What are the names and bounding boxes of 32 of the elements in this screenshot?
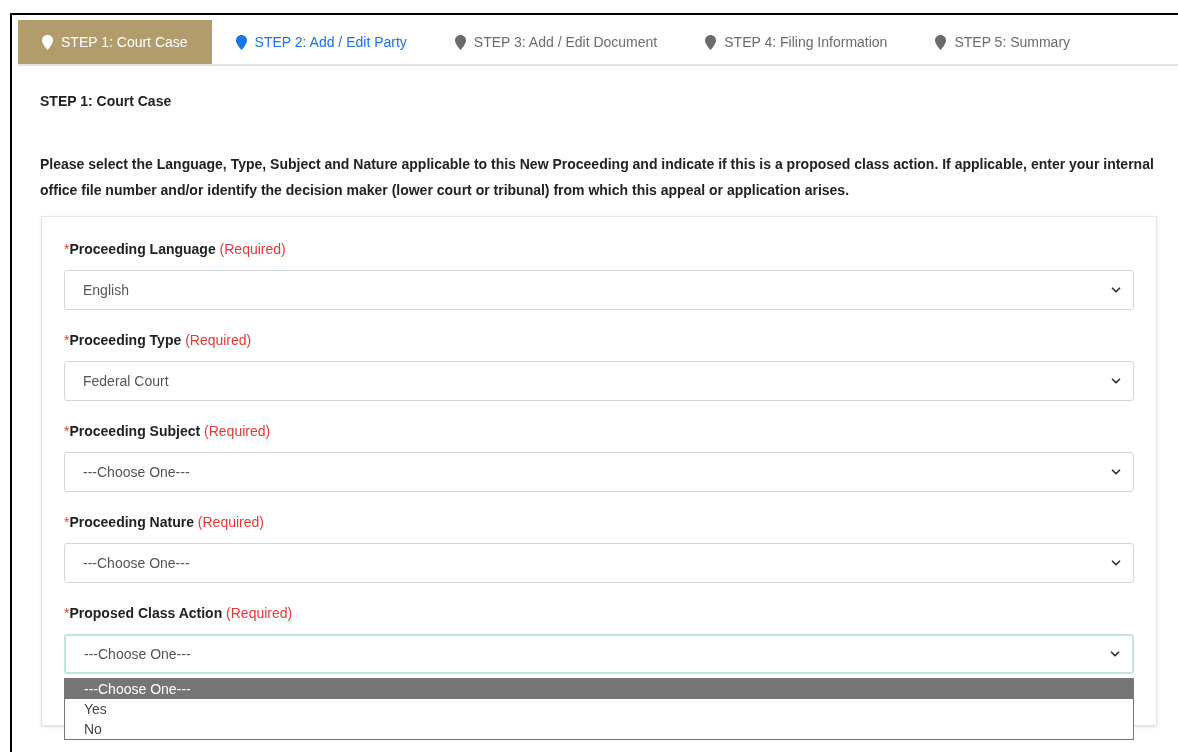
step-tab[interactable]: STEP 3: Add / Edit Document — [430, 20, 682, 64]
step-tab[interactable]: STEP 5: Summary — [911, 20, 1095, 64]
instructions-text: Please select the Language, Type, Subject and Nature applicable to this New Proceeding and indicate if this is a proposed class action. If applicable, enter your internal office file number and/or identify the decision maker (lower court or tribunal) from which this appeal or application arises. — [40, 155, 1155, 200]
map-pin-icon — [705, 34, 717, 50]
field-label: Proceeding Subject — [69, 423, 201, 439]
required-asterisk: * — [64, 605, 70, 621]
required-note: (Required) — [197, 514, 264, 530]
step-tab[interactable]: STEP 4: Filing Information — [681, 20, 912, 64]
required-asterisk: * — [64, 514, 70, 530]
select-field[interactable]: ---Choose One--- — [64, 452, 1134, 492]
required-asterisk: * — [64, 423, 70, 439]
field-label: Proposed Class Action — [69, 605, 223, 621]
select-field[interactable]: English — [64, 270, 1134, 310]
required-asterisk: * — [64, 332, 70, 348]
map-pin-icon — [235, 34, 247, 50]
field-label: Proceeding Language — [69, 241, 216, 257]
required-note: (Required) — [204, 423, 271, 439]
map-pin-icon — [42, 34, 53, 50]
required-note: (Required) — [226, 605, 293, 621]
field-label: Proceeding Type — [69, 332, 182, 348]
section-heading: STEP 1: Court Case — [40, 92, 173, 111]
select-field[interactable]: Federal Court — [64, 361, 1134, 401]
required-asterisk: * — [64, 241, 70, 257]
select-field[interactable]: ---Choose One--- — [64, 634, 1134, 674]
required-note: (Required) — [185, 332, 252, 348]
required-note: (Required) — [219, 241, 286, 257]
map-pin-icon — [454, 34, 466, 50]
select-field[interactable]: ---Choose One--- — [64, 543, 1134, 583]
field-label: Proceeding Nature — [69, 514, 194, 530]
map-pin-icon — [935, 34, 947, 50]
step-tab[interactable]: STEP 2: Add / Edit Party — [211, 20, 431, 64]
dropdown-option[interactable]: ---Choose One--- — [65, 679, 1133, 699]
